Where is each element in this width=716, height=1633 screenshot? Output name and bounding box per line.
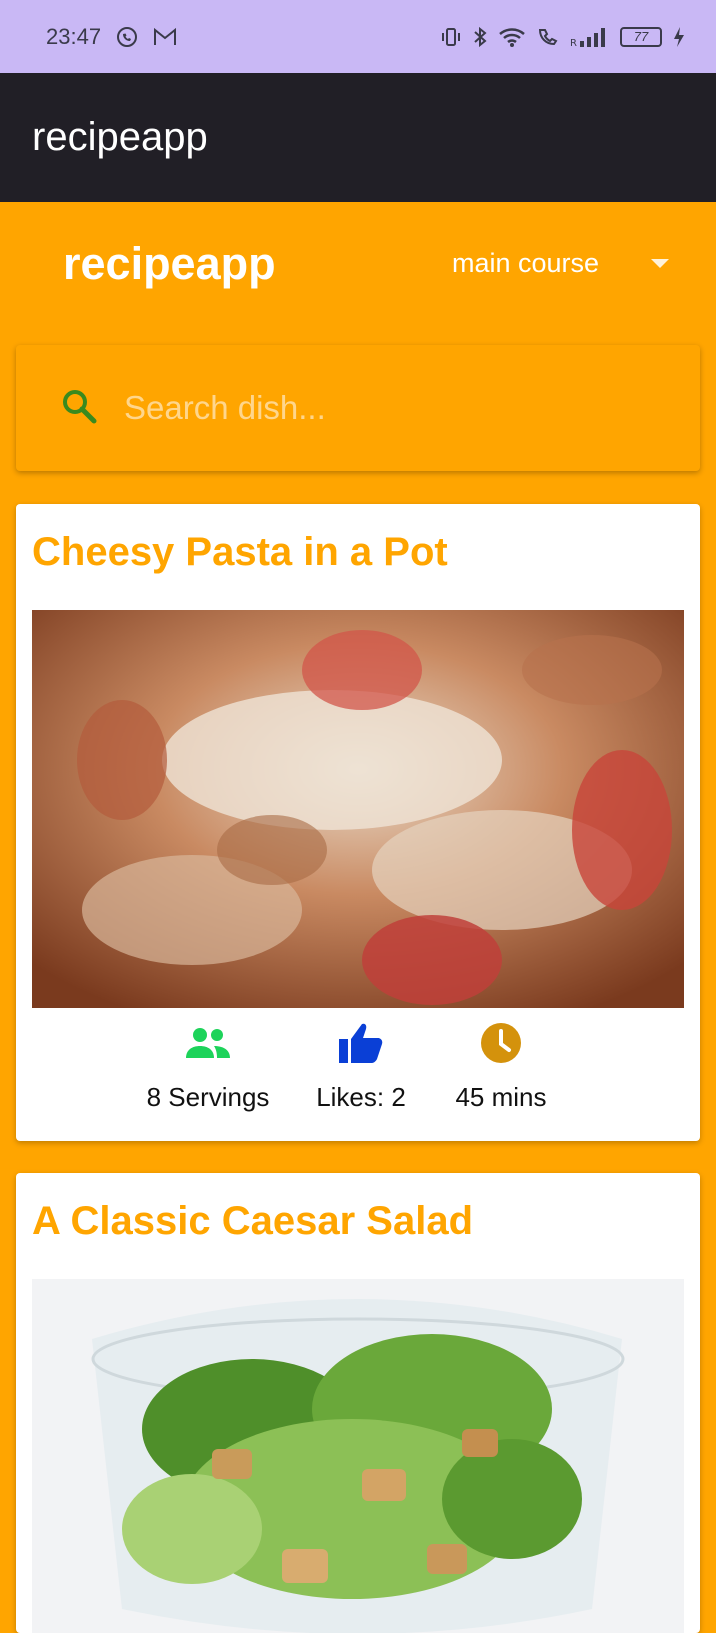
header: recipeapp main course (0, 202, 716, 332)
status-bar: 23:47 R 77 (0, 0, 716, 73)
category-selected-label: main course (452, 248, 600, 278)
servings-info: 8 Servings (138, 1012, 278, 1113)
app-bar: recipeapp (0, 73, 716, 202)
signal-icon: R (570, 26, 610, 48)
category-dropdown[interactable]: main course (452, 248, 670, 279)
search-icon (60, 387, 98, 430)
whatsapp-icon (115, 25, 139, 49)
vibrate-icon (440, 26, 462, 48)
recipe-title: Cheesy Pasta in a Pot (32, 530, 448, 574)
wifi-icon (498, 26, 526, 48)
clock-icon (446, 1012, 556, 1074)
people-icon (138, 1012, 278, 1074)
likes-info[interactable]: Likes: 2 (306, 1012, 416, 1113)
gmail-icon (153, 27, 177, 47)
battery-icon: 77 (620, 26, 662, 47)
thumbs-up-icon[interactable] (306, 1012, 416, 1074)
charging-icon (672, 26, 686, 48)
brand-title: recipeapp (63, 238, 276, 289)
recipe-title: A Classic Caesar Salad (32, 1199, 473, 1243)
likes-label: Likes: 2 (316, 1082, 406, 1112)
recipe-card[interactable]: Cheesy Pasta in a Pot 8 Servings Likes: … (16, 504, 700, 1141)
dropdown-arrow-icon (651, 259, 670, 268)
battery-level: 77 (633, 29, 649, 44)
time-label: 45 mins (455, 1082, 547, 1112)
clock: 23:47 (46, 23, 102, 49)
bluetooth-icon (472, 26, 488, 48)
search-bar[interactable] (16, 345, 700, 471)
recipe-image[interactable] (32, 1279, 684, 1633)
svg-text:R: R (570, 38, 577, 48)
recipe-card[interactable]: A Classic Caesar Salad (16, 1173, 700, 1633)
app-bar-title: recipeapp (32, 115, 208, 159)
time-info: 45 mins (446, 1012, 556, 1113)
recipe-meta: 8 Servings Likes: 2 45 mins (16, 1012, 700, 1132)
servings-label: 8 Servings (146, 1082, 270, 1112)
search-input[interactable] (124, 389, 644, 427)
recipe-image[interactable] (32, 610, 684, 1008)
wifi-call-icon (536, 26, 560, 48)
